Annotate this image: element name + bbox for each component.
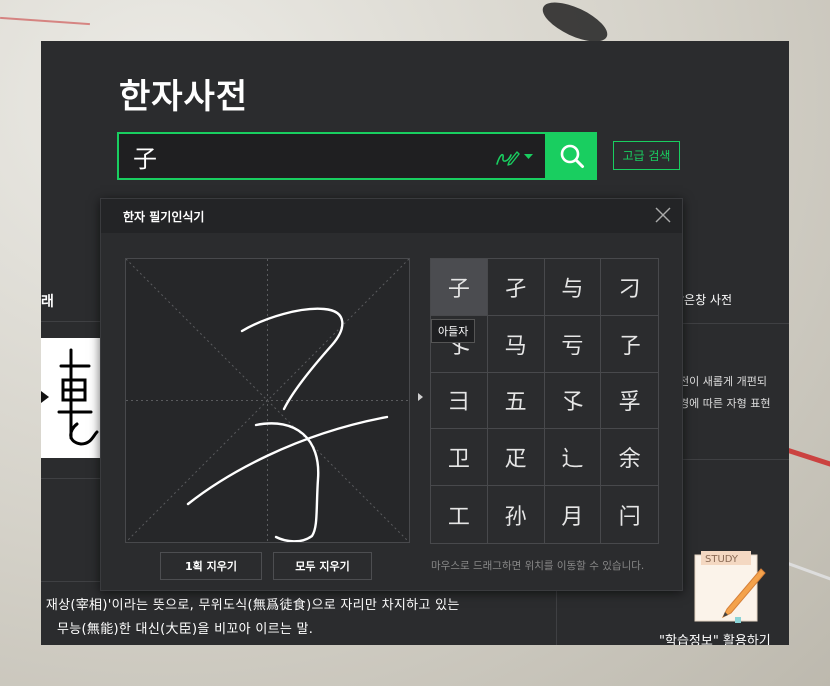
side-panel-line: 경에 따른 자형 표현 [679, 397, 771, 410]
calligraphy-image [41, 338, 101, 458]
section-label: 래 [41, 294, 54, 310]
handwriting-pen-icon [496, 151, 520, 166]
divider [41, 321, 101, 322]
meaning-line: · 재상(宰相)'이라는 뜻으로, 무위도식(無爲徒食)으로 자리만 차지하고 … [41, 598, 460, 613]
candidate-cell[interactable]: 彐 [431, 372, 488, 430]
page-title: 한자사전 [119, 77, 249, 117]
candidate-cell[interactable]: 疋 [487, 429, 545, 487]
dictionary-app: 한자사전 고급 검색 래 · 재상(宰相)'이라는 뜻으로, 무위도식(無爲徒食 [41, 41, 789, 645]
candidate-cell[interactable]: 马 [487, 315, 545, 373]
study-badge: STUDY [705, 554, 739, 565]
popup-title: 한자 필기인식기 [123, 210, 205, 224]
candidate-cell[interactable]: 孒 [601, 316, 658, 373]
close-icon [655, 207, 671, 223]
clear-stroke-button[interactable]: 1획 지우기 [160, 552, 262, 580]
study-notebook-icon[interactable]: STUDY [691, 551, 771, 627]
handwritten-strokes [186, 307, 389, 542]
candidate-cell[interactable]: 孓 [544, 372, 602, 430]
drawing-canvas[interactable] [125, 258, 410, 543]
handwriting-toggle[interactable] [494, 145, 538, 169]
candidate-cell[interactable]: 工 [431, 486, 488, 543]
candidate-grid: 子 孑 与 刁 孓 马 亏 孒 彐 五 孓 孚 卫 疋 辶 余 工 孙 月 闩 [430, 258, 659, 544]
search-input[interactable] [133, 140, 473, 172]
candidate-cell[interactable]: 刁 [601, 259, 658, 316]
meaning-text: · 재상(宰相)'이라는 뜻으로, 무위도식(無爲徒食)으로 자리만 차지하고 … [41, 594, 547, 642]
side-panel-line: 전이 새롭게 개편되 [679, 375, 767, 388]
arrow-right-icon [418, 393, 423, 401]
search-box[interactable] [117, 132, 547, 180]
candidate-cell[interactable]: 月 [545, 486, 602, 543]
candidate-cell[interactable]: 卫 [431, 429, 488, 487]
divider [41, 478, 101, 479]
candidate-cell[interactable]: 辶 [544, 429, 602, 487]
search-button[interactable] [547, 132, 597, 180]
handwriting-recognizer-popup[interactable]: 한자 필기인식기 1획 지우기 모두 지우기 子 孑 与 刁 孓 马 亏 孒 彐… [100, 198, 683, 591]
candidate-cell[interactable]: 亏 [544, 315, 602, 373]
clear-all-button[interactable]: 모두 지우기 [273, 552, 372, 580]
candidate-cell[interactable]: 孚 [601, 373, 658, 430]
close-button[interactable] [652, 204, 674, 226]
candidate-cell[interactable]: 与 [544, 259, 602, 316]
search-icon [560, 144, 584, 168]
study-caption[interactable]: "학습정보" 활용하기 [659, 630, 771, 645]
drag-hint: 마우스로 드래그하면 위치를 이동할 수 있습니다. [431, 560, 645, 572]
candidate-cell[interactable]: 闩 [601, 486, 658, 543]
candidate-cell[interactable]: 孙 [488, 486, 545, 543]
advanced-search-button[interactable]: 고급 검색 [613, 141, 680, 170]
candidate-cell[interactable]: 子 [431, 259, 488, 316]
prev-arrow-icon[interactable] [41, 391, 49, 403]
side-panel-text: 전이 새롭게 개편되 경에 따른 자형 표현 [679, 371, 770, 415]
meaning-line: 무능(無能)한 대신(大臣)을 비꼬아 이르는 말. [57, 622, 314, 637]
chevron-down-icon [524, 154, 533, 159]
popup-header[interactable]: 한자 필기인식기 [101, 199, 682, 233]
candidate-cell[interactable]: 余 [601, 429, 658, 487]
candidate-tooltip: 아들자 [431, 319, 476, 343]
candidate-cell[interactable]: 孑 [487, 259, 545, 316]
candidate-cell[interactable]: 五 [487, 372, 545, 430]
